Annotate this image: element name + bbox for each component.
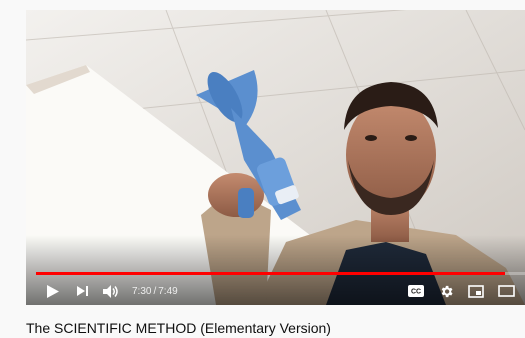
- captions-button[interactable]: CC: [403, 285, 429, 297]
- play-icon: [47, 284, 59, 298]
- settings-button[interactable]: [433, 284, 459, 299]
- next-icon: [77, 286, 88, 296]
- time-display: 7:30/7:49: [132, 286, 178, 297]
- progress-bar[interactable]: [36, 272, 525, 275]
- video-title: The SCIENTIFIC METHOD (Elementary Versio…: [26, 320, 331, 336]
- right-controls: CC: [403, 278, 519, 304]
- settings-gear-icon: [441, 285, 452, 297]
- miniplayer-icon: [468, 284, 484, 298]
- next-button[interactable]: [72, 286, 94, 296]
- volume-icon: [103, 284, 118, 298]
- progress-fill: [36, 272, 506, 275]
- controls-bar: 7:30/7:49 CC: [26, 278, 525, 304]
- volume-button[interactable]: [100, 284, 122, 298]
- current-time: 7:30: [132, 285, 152, 297]
- duration: 7:49: [158, 285, 178, 297]
- theater-mode-icon: [497, 285, 515, 297]
- cc-icon: CC: [408, 285, 424, 297]
- play-button[interactable]: [42, 284, 64, 298]
- theater-mode-button[interactable]: [493, 285, 519, 297]
- miniplayer-button[interactable]: [463, 284, 489, 298]
- time-separator: /: [153, 285, 157, 297]
- video-player[interactable]: 7:30/7:49 CC: [26, 10, 525, 305]
- cc-label: CC: [411, 289, 421, 296]
